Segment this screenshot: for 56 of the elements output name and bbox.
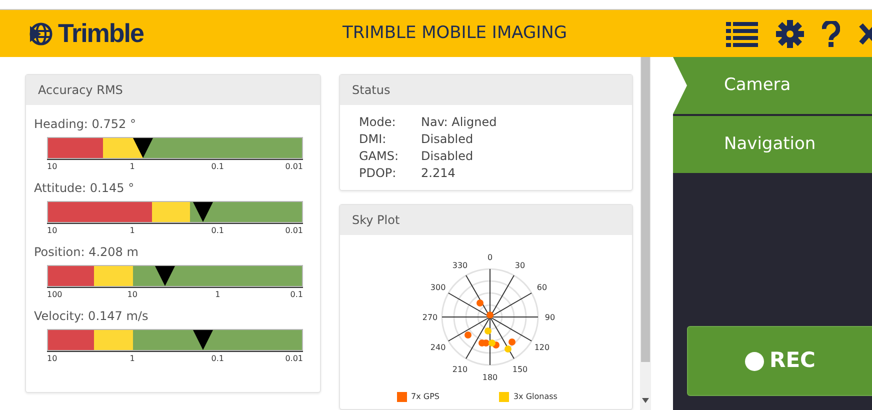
tick-label: 100 (47, 289, 62, 299)
azimuth-label: 90 (544, 312, 556, 322)
tick-label: 10 (47, 225, 58, 235)
status-value: Nav: Aligned (421, 115, 497, 129)
tick-label: 10 (47, 353, 58, 363)
azimuth-label: 0 (487, 252, 493, 262)
panel-title: Status (340, 75, 632, 105)
tick-label: 1 (130, 225, 135, 235)
tick-label: 0.1 (211, 353, 224, 363)
azimuth-label: 60 (536, 282, 548, 292)
azimuth-label: 150 (512, 364, 528, 374)
record-button[interactable]: REC (687, 326, 872, 396)
scroll-down-icon[interactable] (642, 398, 649, 403)
azimuth-label: 180 (482, 372, 498, 382)
azimuth-label: 270 (422, 312, 438, 322)
sidebar-tab[interactable]: Camera (673, 57, 872, 114)
meter-label: Attitude: 0.145 ° (34, 180, 136, 197)
app-title: TRIMBLE MOBILE IMAGING (341, 22, 568, 45)
status-key: DMI: (359, 131, 407, 148)
meter-label: Position: 4.208 m (34, 244, 140, 261)
legend-label: 7x GPS (411, 390, 440, 403)
tick-label: 0.01 (285, 161, 303, 171)
legend-label: 3x Glonass (513, 390, 558, 403)
meter-label: Velocity: 0.147 m/s (34, 308, 150, 325)
azimuth-label: 300 (430, 282, 446, 292)
azimuth-label: 210 (452, 364, 468, 374)
globe-logo-icon (28, 20, 54, 46)
list-icon[interactable] (726, 20, 758, 46)
azimuth-label: 330 (452, 260, 468, 270)
status-value: Disabled (421, 132, 474, 146)
tick-label: 0.01 (285, 353, 303, 363)
help-icon[interactable] (822, 20, 840, 46)
azimuth-label: 240 (430, 342, 446, 352)
tick-label: 0.1 (211, 225, 224, 235)
tick-label: 0.1 (290, 289, 303, 299)
tick-label: 1 (215, 289, 220, 299)
azimuth-label: 120 (534, 342, 550, 352)
panel-title: Accuracy RMS (26, 75, 320, 105)
tick-label: 1 (130, 161, 135, 171)
tick-label: 10 (47, 161, 58, 171)
status-value: 2.214 (421, 166, 456, 180)
status-key: Mode: (359, 114, 407, 131)
status-key: PDOP: (359, 165, 407, 182)
status-value: Disabled (421, 149, 474, 163)
tick-label: 1 (130, 353, 135, 363)
meter-label: Heading: 0.752 ° (34, 116, 137, 133)
logo: Trimble (58, 17, 144, 50)
settings-icon[interactable] (776, 20, 804, 48)
tick-label: 10 (127, 289, 138, 299)
scrollbar[interactable] (640, 57, 651, 410)
tick-label: 0.1 (211, 161, 224, 171)
panel-title: Sky Plot (340, 204, 632, 235)
tick-label: 0.01 (285, 225, 303, 235)
azimuth-label: 30 (514, 260, 526, 270)
sidebar-tab[interactable]: Navigation (673, 116, 872, 173)
status-key: GAMS: (359, 148, 407, 165)
